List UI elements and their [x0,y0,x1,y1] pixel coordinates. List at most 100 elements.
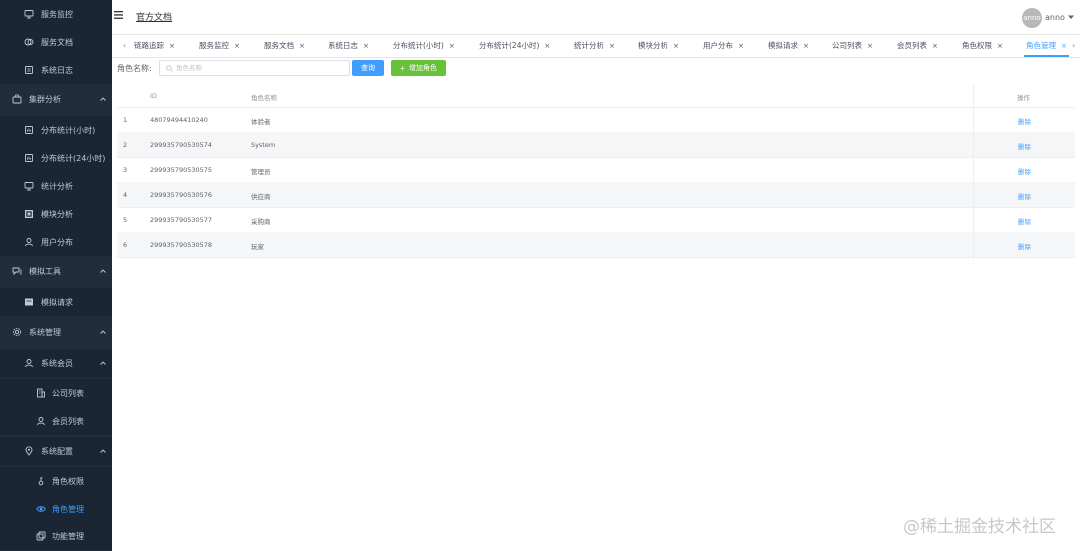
tab-9[interactable]: 模拟请求 × [768,40,809,52]
tools-icon [12,266,22,276]
delete-link[interactable]: 删除 [1018,241,1031,251]
tab-2[interactable]: 服务文档 × [264,40,305,52]
eye-icon [36,504,46,514]
delete-link[interactable]: 删除 [1018,141,1031,151]
chevron-up-icon [99,359,107,367]
sidebar-item-11[interactable]: 系统管理 [0,318,112,346]
role-id-cell: 299935790530576 [150,191,213,199]
column-header-action: 操作 [1017,94,1030,102]
sidebar-item-14[interactable]: 会员列表 [0,407,112,435]
key-icon [36,476,46,486]
tags-view-bar: ‹ › 链路追踪 × 服务监控 × 服务文档 × 系统日志 × 分布统计(小时) × 分布统计(24… [112,35,1080,58]
close-icon[interactable]: × [997,42,1003,50]
scroll-left-icon[interactable]: ‹ [123,41,126,50]
chevron-up-icon [99,267,107,275]
close-icon[interactable]: × [1061,42,1067,50]
sidebar-item-17[interactable]: 角色管理 [0,495,112,523]
avatar[interactable]: anno [1022,8,1042,28]
monitor-icon [24,181,34,191]
sidebar-item-4[interactable]: 分布统计(小时) [0,116,112,144]
role-name-cell: 采购商 [251,218,271,226]
sidebar-item-label: 角色管理 [52,505,84,514]
tab-label: 系统日志 [328,41,358,50]
query-button[interactable]: 查询 [352,60,384,76]
tab-11[interactable]: 会员列表 × [897,40,938,52]
role-id-cell: 299935790530574 [150,141,213,149]
tab-1[interactable]: 服务监控 × [199,40,240,52]
tab-4[interactable]: 分布统计(小时) × [393,40,455,52]
close-icon[interactable]: × [803,42,809,50]
chart-icon [24,153,34,163]
close-icon[interactable]: × [609,42,615,50]
building-icon [36,388,46,398]
tab-label: 服务监控 [199,41,229,50]
role-name-search-field[interactable] [159,60,350,76]
delete-link[interactable]: 删除 [1018,166,1031,176]
sidebar-item-6[interactable]: 统计分析 [0,172,112,200]
tab-6[interactable]: 统计分析 × [574,40,615,52]
sidebar-item-18[interactable]: 功能管理 [0,522,112,550]
tab-10[interactable]: 公司列表 × [832,40,873,52]
sidebar-item-label: 系统管理 [29,328,61,337]
caret-down-icon[interactable] [1068,14,1074,20]
username-label[interactable]: anno [1045,13,1065,22]
close-icon[interactable]: × [867,42,873,50]
hamburger-icon[interactable] [114,11,123,19]
sidebar: 服务监控 服务文档系统日志集群分析分布统计(小时) 分布统计(24小时) 统计分析模块… [0,0,112,551]
table-row: 4 299935790530576 供应商 删除 [117,182,1075,208]
close-icon[interactable]: × [234,42,240,50]
role-id-cell: 299935790530575 [150,166,213,174]
tab-label: 分布统计(24小时) [479,41,540,50]
sidebar-item-15[interactable]: 系统配置 [0,437,112,465]
sidebar-item-2[interactable]: 系统日志 [0,56,112,84]
table-row: 3 299935790530575 管理员 删除 [117,157,1075,183]
user-icon [24,237,34,247]
sidebar-item-8[interactable]: 用户分布 [0,228,112,256]
row-index: 5 [123,216,128,224]
close-icon[interactable]: × [738,42,744,50]
chart-icon [24,125,34,135]
sidebar-item-label: 系统日志 [41,66,73,75]
tab-label: 模块分析 [638,41,668,50]
sidebar-item-9[interactable]: 模拟工具 [0,257,112,285]
close-icon[interactable]: × [169,42,175,50]
user-icon [36,416,46,426]
tab-5[interactable]: 分布统计(24小时) × [479,40,550,52]
sidebar-item-0[interactable]: 服务监控 [0,0,112,28]
delete-link[interactable]: 删除 [1018,116,1031,126]
official-docs-link[interactable]: 官方文档 [136,10,172,23]
close-icon[interactable]: × [673,42,679,50]
tab-label: 链路追踪 [134,41,164,50]
tab-13[interactable]: 角色管理 × [1024,40,1069,57]
close-icon[interactable]: × [544,42,550,50]
role-name-input[interactable] [176,62,346,74]
tab-label: 角色权限 [962,41,992,50]
tab-8[interactable]: 用户分布 × [703,40,744,52]
close-icon[interactable]: × [299,42,305,50]
sidebar-item-10[interactable]: 模拟请求 [0,288,112,316]
monitor-icon [24,9,34,19]
sidebar-item-16[interactable]: 角色权限 [0,467,112,495]
close-icon[interactable]: × [363,42,369,50]
sidebar-item-12[interactable]: 系统会员 [0,349,112,377]
tab-0[interactable]: 链路追踪 × [134,40,175,52]
tab-12[interactable]: 角色权限 × [962,40,1003,52]
sidebar-item-1[interactable]: 服务文档 [0,28,112,56]
delete-link[interactable]: 删除 [1018,191,1031,201]
sidebar-item-13[interactable]: 公司列表 [0,379,112,407]
tab-3[interactable]: 系统日志 × [328,40,369,52]
tab-label: 会员列表 [897,41,927,50]
tab-label: 服务文档 [264,41,294,50]
sidebar-item-7[interactable]: 模块分析 [0,200,112,228]
sidebar-item-3[interactable]: 集群分析 [0,85,112,113]
close-icon[interactable]: × [932,42,938,50]
tab-7[interactable]: 模块分析 × [638,40,679,52]
sidebar-item-label: 统计分析 [41,182,73,191]
sidebar-item-5[interactable]: 分布统计(24小时) [0,144,112,172]
close-icon[interactable]: × [449,42,455,50]
scroll-right-icon[interactable]: › [1072,41,1075,50]
sidebar-item-label: 模拟请求 [41,298,73,307]
delete-link[interactable]: 删除 [1018,216,1031,226]
role-name-cell: 玩家 [251,243,264,251]
add-role-button[interactable]: + 增加角色 [391,60,446,76]
